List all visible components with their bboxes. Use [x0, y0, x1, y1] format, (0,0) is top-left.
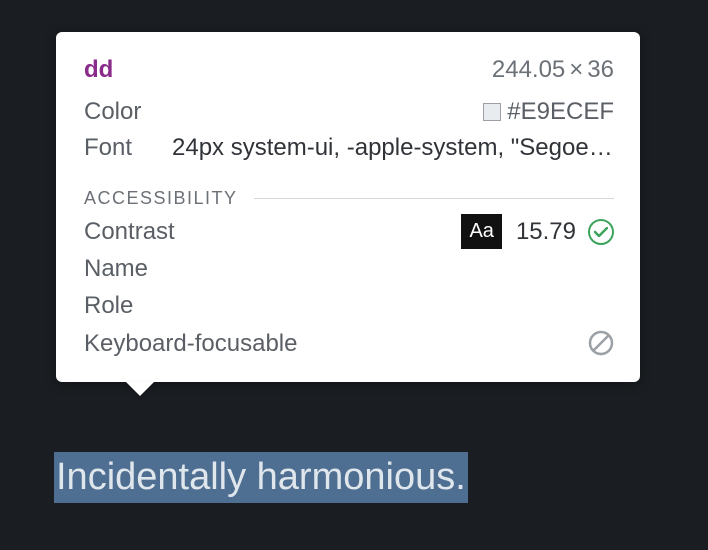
element-width: 244.05 [492, 52, 565, 88]
color-value: #E9ECEF [483, 94, 614, 130]
color-hex-value: #E9ECEF [507, 94, 614, 130]
font-row: Font 24px system-ui, -apple-system, "Seg… [84, 130, 614, 166]
element-tag-name: dd [84, 52, 113, 88]
element-dimensions: 244.05 × 36 [492, 52, 614, 88]
keyboard-focusable-row: Keyboard-focusable [84, 325, 614, 362]
contrast-label: Contrast [84, 213, 461, 250]
divider [254, 198, 614, 199]
color-row: Color #E9ECEF [84, 94, 614, 130]
element-inspector-tooltip: dd 244.05 × 36 Color #E9ECEF Font 24px s… [56, 32, 640, 382]
color-label: Color [84, 94, 172, 130]
inspected-text-highlight[interactable]: Incidentally harmonious. [54, 452, 468, 503]
keyboard-focusable-label: Keyboard-focusable [84, 325, 588, 362]
contrast-sample-chip: Aa [461, 214, 501, 249]
color-swatch-icon [483, 103, 501, 121]
font-label: Font [84, 130, 172, 166]
check-circle-icon [588, 219, 614, 245]
a11y-name-row: Name [84, 250, 614, 287]
accessibility-heading: ACCESSIBILITY [84, 188, 238, 209]
element-height: 36 [587, 52, 614, 88]
tag-header-row: dd 244.05 × 36 [84, 52, 614, 88]
a11y-role-row: Role [84, 287, 614, 324]
font-value: 24px system-ui, -apple-system, "Segoe… [172, 130, 614, 166]
times-glyph: × [565, 52, 587, 88]
accessibility-section-header: ACCESSIBILITY [84, 188, 614, 209]
contrast-row: Contrast Aa 15.79 [84, 213, 614, 250]
not-allowed-icon [588, 330, 614, 356]
contrast-score: 15.79 [516, 213, 576, 250]
a11y-role-label: Role [84, 287, 614, 324]
tooltip-arrow-icon [126, 382, 154, 396]
a11y-name-label: Name [84, 250, 614, 287]
